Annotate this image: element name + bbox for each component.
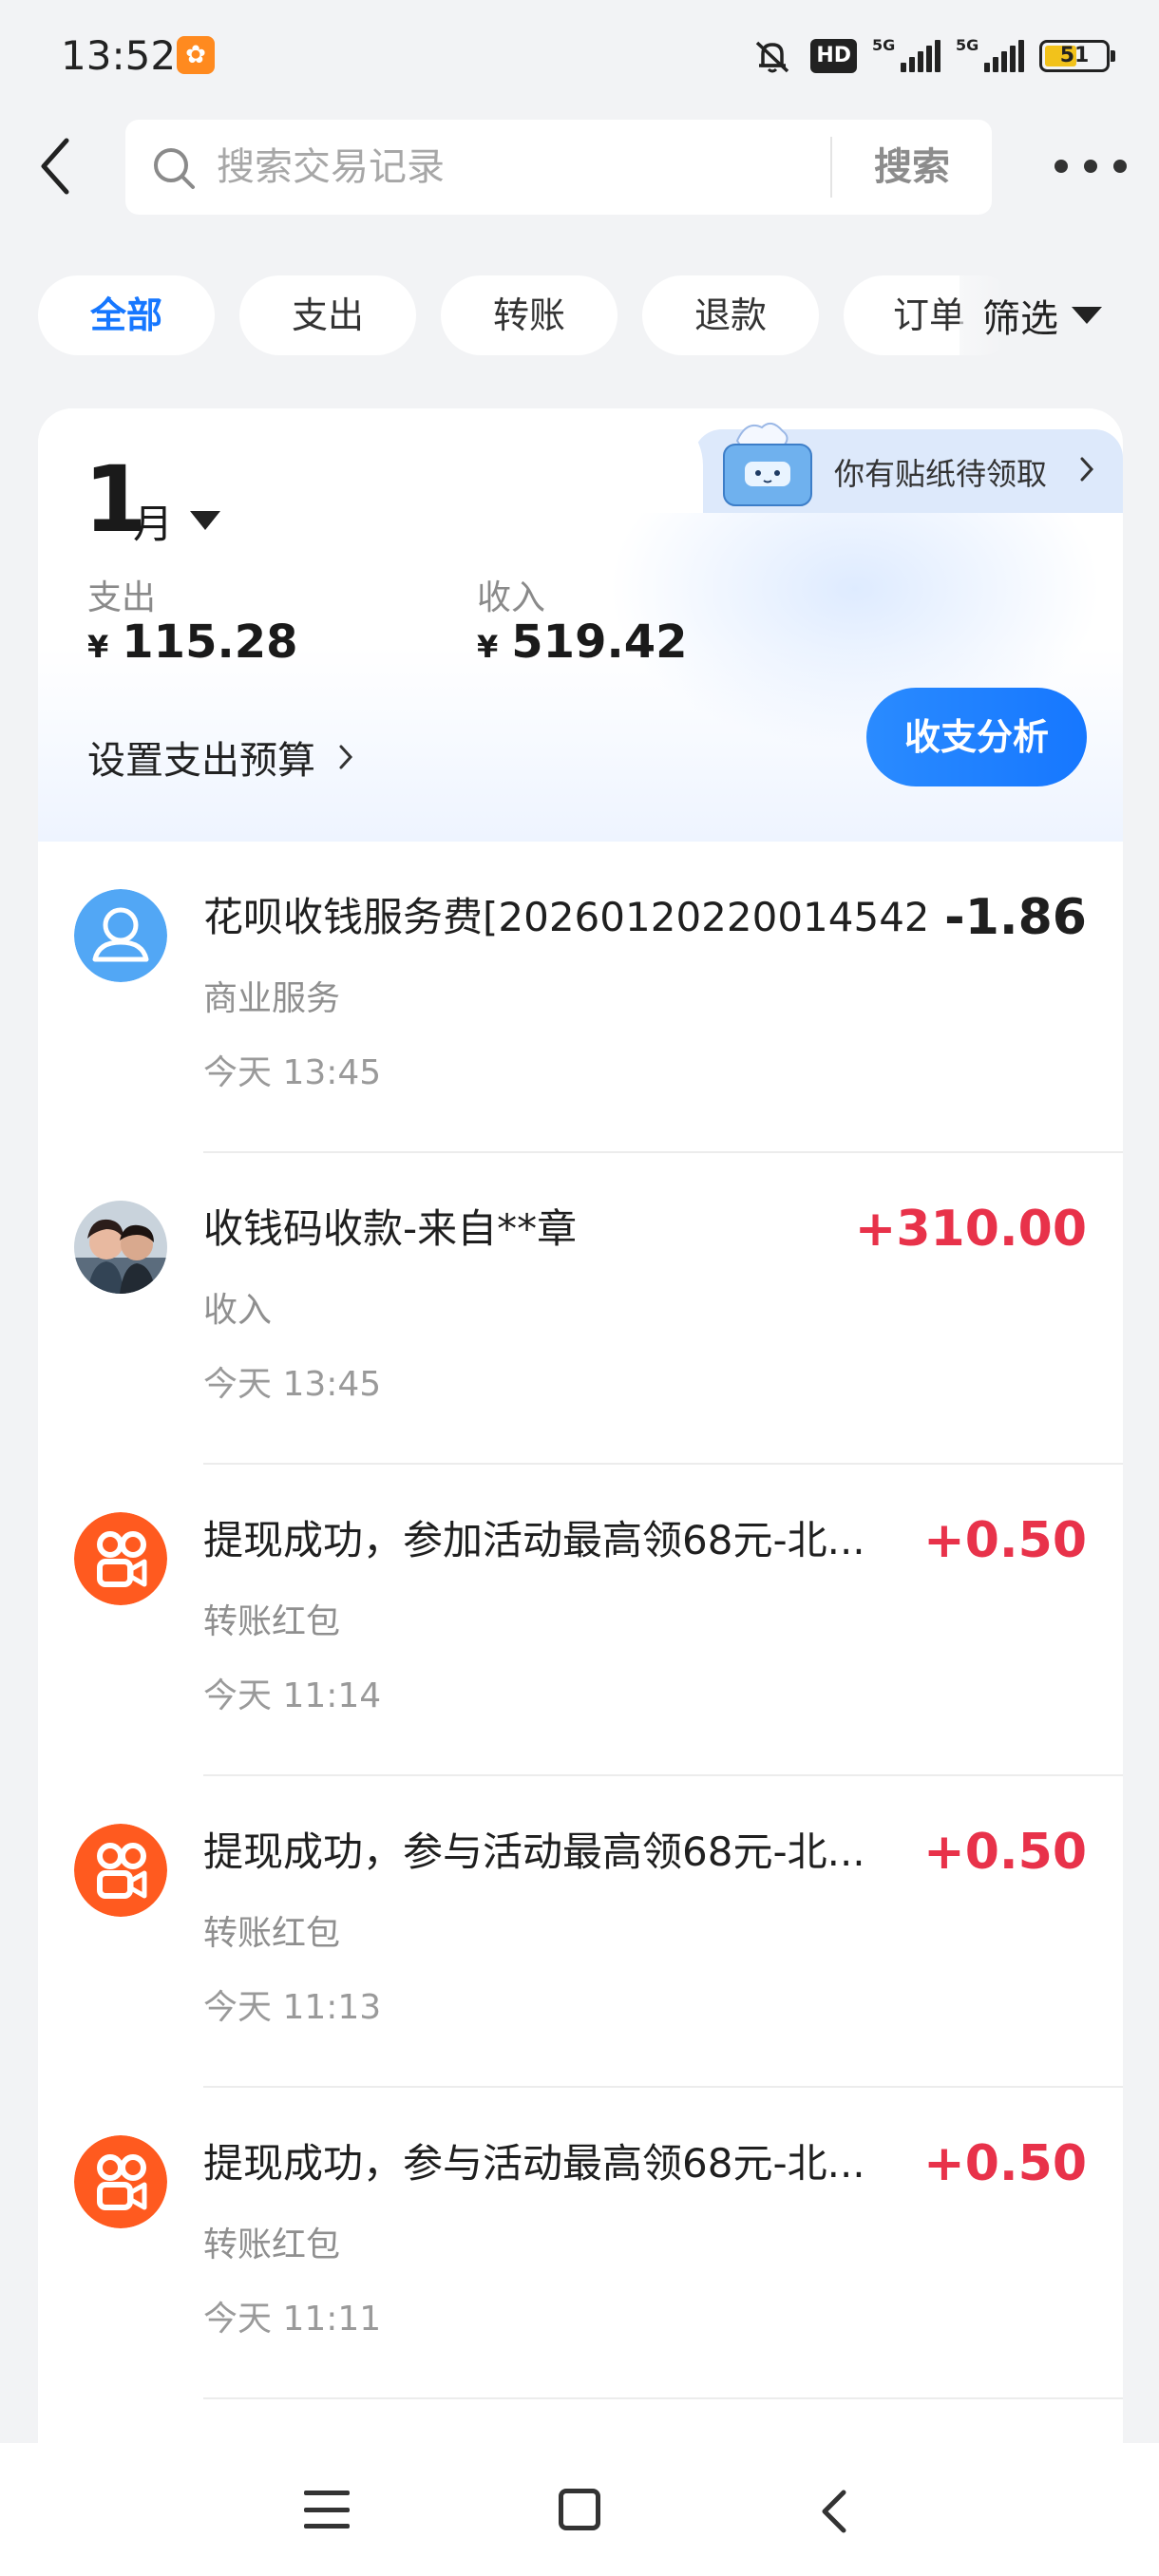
expense-currency: ¥ [87, 629, 109, 665]
search-bar[interactable]: 搜索交易记录 搜索 [125, 120, 992, 215]
kuaishou-icon [74, 1824, 167, 1917]
recent-apps-icon[interactable] [304, 2491, 350, 2529]
search-button[interactable]: 搜索 [832, 120, 992, 215]
transaction-category: 转账红包 [203, 1602, 341, 1641]
home-icon[interactable] [559, 2489, 600, 2530]
transaction-title: 提现成功，参与活动最高领68元-北... [203, 2140, 865, 2187]
chevron-right-icon [1080, 457, 1094, 482]
transaction-category: 转账红包 [203, 2226, 341, 2264]
chip-refund[interactable]: 退款 [642, 275, 819, 355]
expense-label: 支出 [87, 578, 157, 617]
person-icon [74, 889, 167, 982]
search-input[interactable]: 搜索交易记录 [217, 120, 445, 215]
transaction-row[interactable]: 花呗收钱服务费[2026012022001454245... 商业服务 今天 1… [38, 842, 1123, 1153]
caret-down-icon [1072, 307, 1102, 324]
transaction-row[interactable]: 收钱码收款-来自**章 收入 今天 13:45 +310.00 [38, 1153, 1123, 1465]
row-divider [203, 2397, 1123, 2399]
transaction-time: 今天 11:13 [203, 1988, 382, 2027]
income-currency: ¥ [477, 629, 499, 665]
kuaishou-icon [74, 1512, 167, 1605]
transaction-title: 花呗收钱服务费[2026012022001454245... [203, 894, 925, 940]
signal-icon-2: 5G [956, 36, 1024, 72]
transaction-list: 花呗收钱服务费[2026012022001454245... 商业服务 今天 1… [38, 842, 1123, 2443]
status-icons: HD 5G 5G 51 [750, 34, 1115, 78]
chip-transfer[interactable]: 转账 [441, 275, 618, 355]
sticker-banner-text[interactable]: 你有贴纸待领取 [834, 450, 1047, 494]
network-label-1: 5G [872, 36, 896, 54]
hd-badge: HD [810, 39, 857, 73]
app-notification-icon: ✿ [177, 36, 215, 74]
income-total: ¥519.42 [477, 616, 688, 669]
month-caret-icon[interactable] [190, 511, 220, 530]
back-icon[interactable] [817, 2487, 851, 2536]
chip-expense[interactable]: 支出 [239, 275, 416, 355]
transaction-row[interactable]: 提现成功，参与活动最高领68元-北... 转账红包 今天 11:13 +0.50 [38, 1776, 1123, 2088]
system-nav-bar [0, 2443, 1159, 2576]
status-time: 13:52 [61, 32, 177, 79]
set-budget-label: 设置支出预算 [87, 739, 315, 783]
transaction-row[interactable]: 提现成功，参与活动最高领68元-北... 转账红包 今天 11:11 +0.50 [38, 2088, 1123, 2399]
mute-icon [756, 41, 789, 73]
transaction-amount: +0.50 [923, 1824, 1087, 1881]
income-label: 收入 [477, 578, 546, 617]
transaction-amount: -1.86 [944, 889, 1087, 946]
set-budget-link[interactable]: 设置支出预算 [87, 729, 355, 785]
transaction-amount: +0.50 [923, 1512, 1087, 1569]
search-icon [154, 148, 195, 189]
transaction-time: 今天 11:11 [203, 2300, 382, 2339]
chip-all[interactable]: 全部 [38, 275, 215, 355]
filter-row: 全部 支出 转账 退款 订单 筛选 [0, 275, 1159, 355]
user-photo-avatar [74, 1201, 167, 1294]
chevron-right-icon [339, 745, 353, 769]
battery-icon: 51 [1039, 40, 1115, 72]
filter-label: 筛选 [982, 297, 1058, 341]
income-value: 519.42 [511, 616, 688, 669]
battery-level: 51 [1059, 44, 1090, 67]
expense-total: ¥115.28 [87, 616, 298, 669]
filter-button[interactable]: 筛选 [960, 275, 1159, 355]
transaction-time: 今天 13:45 [203, 1053, 382, 1092]
income-expense-analysis-button[interactable]: 收支分析 [866, 688, 1087, 786]
network-label-2: 5G [956, 36, 979, 54]
chevron-left-icon[interactable] [28, 133, 86, 199]
transaction-time: 今天 11:14 [203, 1676, 382, 1715]
expense-value: 115.28 [122, 616, 298, 669]
transaction-category: 转账红包 [203, 1914, 341, 1953]
monthly-summary-card: 你有贴纸待领取 1 月 支出 ¥115.28 收入 ¥519.42 设置支出预算… [38, 408, 1123, 842]
transaction-title: 提现成功，参加活动最高领68元-北... [203, 1517, 865, 1563]
tissue-box-sticker-icon [723, 422, 812, 506]
transaction-title: 收钱码收款-来自**章 [203, 1205, 578, 1252]
signal-icon-1: 5G [872, 36, 940, 72]
transaction-amount: +0.50 [923, 2135, 1087, 2192]
transaction-time: 今天 13:45 [203, 1365, 382, 1404]
more-dots-icon[interactable] [1054, 152, 1127, 180]
status-bar: 13:52 ✿ HD 5G 5G 51 [0, 0, 1159, 114]
month-suffix[interactable]: 月 [133, 492, 173, 550]
transaction-title: 提现成功，参与活动最高领68元-北... [203, 1828, 865, 1875]
transaction-row[interactable]: 提现成功，参加活动最高领68元-北... 转账红包 今天 11:14 +0.50 [38, 1465, 1123, 1776]
transaction-amount: +310.00 [854, 1201, 1087, 1258]
transaction-category: 商业服务 [203, 979, 341, 1018]
transaction-category: 收入 [203, 1291, 273, 1330]
kuaishou-icon [74, 2135, 167, 2228]
